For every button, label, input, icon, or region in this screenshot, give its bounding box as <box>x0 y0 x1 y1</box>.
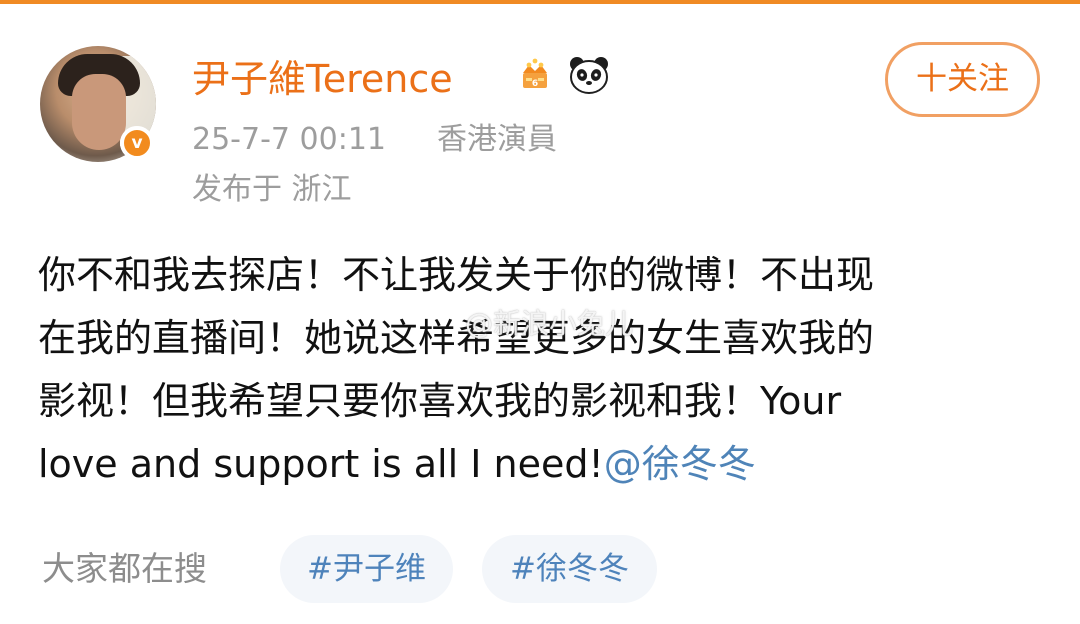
post-card: v 尹子維Terence 6 十关注 25-7-7 00:11 香港演員 发布于… <box>0 4 1080 624</box>
post-text-line-2: 在我的直播间！她说这样希望更多的女生喜欢我的 <box>38 316 875 360</box>
post-text-line-1: 你不和我去探店！不让我发关于你的微博！不出现 <box>38 253 875 297</box>
hot-search-label: 大家都在搜 <box>42 549 207 588</box>
post-text: 你不和我去探店！不让我发关于你的微博！不出现 在我的直播间！她说这样希望更多的女… <box>38 244 1048 496</box>
post-time: 25-7-7 00:11 <box>192 122 386 157</box>
username[interactable]: 尹子維Terence <box>192 52 453 106</box>
topic-chip-xudongdong[interactable]: #徐冬冬 <box>482 535 657 603</box>
mention-link[interactable]: @徐冬冬 <box>604 442 756 486</box>
post-text-line-4: love and support is all I need!@徐冬冬 <box>38 433 1048 496</box>
post-text-line-3: 影视！但我希望只要你喜欢我的影视和我！Your <box>38 379 842 423</box>
panda-icon <box>570 57 608 94</box>
post-text-line-4-text: love and support is all I need! <box>38 442 604 486</box>
follow-button[interactable]: 十关注 <box>885 42 1040 117</box>
svg-text:6: 6 <box>532 79 538 89</box>
crown-icon: 6 <box>523 58 547 89</box>
post-location: 发布于 浙江 <box>192 172 352 207</box>
topic-chip-yinziwei[interactable]: #尹子维 <box>280 535 453 603</box>
verified-v-icon: v <box>120 126 154 160</box>
user-title: 香港演員 <box>437 122 557 157</box>
